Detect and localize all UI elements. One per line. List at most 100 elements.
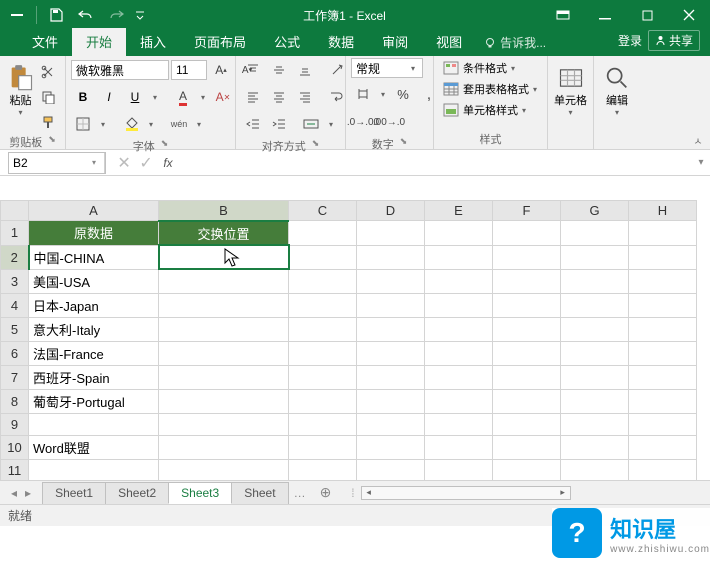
select-all-corner[interactable]	[1, 201, 29, 221]
cell-B6[interactable]	[159, 341, 289, 365]
align-center-button[interactable]	[268, 86, 290, 108]
tab-review[interactable]: 审阅	[368, 28, 422, 56]
wrap-text-button[interactable]	[326, 86, 348, 108]
cell-G2[interactable]	[561, 245, 629, 269]
align-middle-button[interactable]	[268, 59, 290, 81]
cell-C7[interactable]	[289, 365, 357, 389]
cell-A8[interactable]: 葡萄牙-Portugal	[29, 389, 159, 413]
cell-G8[interactable]	[561, 389, 629, 413]
enter-entry-button[interactable]: ✓	[135, 153, 157, 173]
cell-C9[interactable]	[289, 413, 357, 435]
cell-F7[interactable]	[493, 365, 561, 389]
cell-C8[interactable]	[289, 389, 357, 413]
row-header[interactable]: 9	[1, 413, 29, 435]
cell-G7[interactable]	[561, 365, 629, 389]
cell-B8[interactable]	[159, 389, 289, 413]
bold-button[interactable]: B	[72, 86, 94, 108]
row-header[interactable]: 1	[1, 221, 29, 246]
cell-H4[interactable]	[629, 293, 697, 317]
scroll-left-icon[interactable]: ◂	[362, 487, 376, 498]
column-header[interactable]: E	[425, 201, 493, 221]
cell-H3[interactable]	[629, 269, 697, 293]
dialog-launcher-icon[interactable]: ⬊	[48, 134, 56, 150]
row-header[interactable]: 3	[1, 269, 29, 293]
cell-D9[interactable]	[357, 413, 425, 435]
cell-C2[interactable]	[289, 245, 357, 269]
cell-D5[interactable]	[357, 317, 425, 341]
login-link[interactable]: 登录	[618, 32, 642, 49]
font-color-button[interactable]: A	[172, 86, 194, 108]
cell-A3[interactable]: 美国-USA	[29, 269, 159, 293]
cell-A11[interactable]	[29, 459, 159, 480]
namebox-dropdown-icon[interactable]: ▾	[92, 158, 96, 167]
cell-H9[interactable]	[629, 413, 697, 435]
cell-A10[interactable]: Word联盟	[29, 435, 159, 459]
cell-A7[interactable]: 西班牙-Spain	[29, 365, 159, 389]
cell-F6[interactable]	[493, 341, 561, 365]
cell-C4[interactable]	[289, 293, 357, 317]
cell-H6[interactable]	[629, 341, 697, 365]
cell-C5[interactable]	[289, 317, 357, 341]
chevron-down-icon[interactable]: ▾	[411, 64, 415, 73]
percent-button[interactable]: %	[392, 83, 414, 105]
collapse-ribbon-icon[interactable]: ㅅ	[690, 132, 706, 148]
cell-F8[interactable]	[493, 389, 561, 413]
cell-E6[interactable]	[425, 341, 493, 365]
spreadsheet-grid[interactable]: ABCDEFGH1原数据交换位置2中国-CHINA3美国-USA4日本-Japa…	[0, 200, 710, 480]
cell-B11[interactable]	[159, 459, 289, 480]
cell-F3[interactable]	[493, 269, 561, 293]
format-painter-button[interactable]	[37, 111, 59, 133]
cell-F9[interactable]	[493, 413, 561, 435]
save-icon[interactable]	[43, 3, 69, 27]
cell-F11[interactable]	[493, 459, 561, 480]
cell-C6[interactable]	[289, 341, 357, 365]
underline-more-icon[interactable]: ▾	[150, 86, 160, 108]
cell-E2[interactable]	[425, 245, 493, 269]
increase-indent-button[interactable]	[268, 113, 290, 135]
sheet-tab[interactable]: Sheet1	[42, 482, 106, 504]
row-header[interactable]: 11	[1, 459, 29, 480]
cells-button[interactable]: 单元格 ▾	[553, 58, 588, 122]
new-sheet-button[interactable]: ⊕	[312, 484, 340, 501]
tab-view[interactable]: 视图	[422, 28, 476, 56]
cell-G10[interactable]	[561, 435, 629, 459]
dialog-launcher-icon[interactable]: ⬊	[161, 138, 169, 154]
cell-H5[interactable]	[629, 317, 697, 341]
row-header[interactable]: 6	[1, 341, 29, 365]
cell-D10[interactable]	[357, 435, 425, 459]
sheet-nav-prev-icon[interactable]: ◂	[8, 486, 20, 500]
cell-E5[interactable]	[425, 317, 493, 341]
cell-D2[interactable]	[357, 245, 425, 269]
align-right-button[interactable]	[294, 86, 316, 108]
cell-G4[interactable]	[561, 293, 629, 317]
cell-E9[interactable]	[425, 413, 493, 435]
grow-font-button[interactable]: A▴	[210, 59, 232, 81]
align-top-button[interactable]	[242, 59, 264, 81]
clear-format-button[interactable]: A✕	[212, 86, 234, 108]
column-header[interactable]: F	[493, 201, 561, 221]
minimize-icon[interactable]	[584, 0, 626, 30]
cell-A5[interactable]: 意大利-Italy	[29, 317, 159, 341]
cell-A1[interactable]: 原数据	[29, 221, 159, 246]
cell-B9[interactable]	[159, 413, 289, 435]
qat-customize-icon[interactable]	[133, 3, 147, 27]
cell-G5[interactable]	[561, 317, 629, 341]
column-header[interactable]: D	[357, 201, 425, 221]
cell-G9[interactable]	[561, 413, 629, 435]
cell-G1[interactable]	[561, 221, 629, 246]
row-header[interactable]: 2	[1, 245, 29, 269]
cell-D6[interactable]	[357, 341, 425, 365]
row-header[interactable]: 5	[1, 317, 29, 341]
horizontal-scrollbar[interactable]: ◂ ▸	[361, 486, 571, 500]
cell-D4[interactable]	[357, 293, 425, 317]
row-header[interactable]: 4	[1, 293, 29, 317]
sheet-nav-next-icon[interactable]: ▸	[22, 486, 34, 500]
tab-home[interactable]: 开始	[72, 28, 126, 56]
cell-D11[interactable]	[357, 459, 425, 480]
sheet-tab[interactable]: Sheet3	[168, 482, 232, 504]
scroll-right-icon[interactable]: ▸	[556, 487, 570, 498]
conditional-format-button[interactable]: 条件格式▾	[439, 58, 541, 78]
chevron-down-icon[interactable]: ▾	[378, 83, 388, 105]
cell-H8[interactable]	[629, 389, 697, 413]
tab-layout[interactable]: 页面布局	[180, 28, 260, 56]
